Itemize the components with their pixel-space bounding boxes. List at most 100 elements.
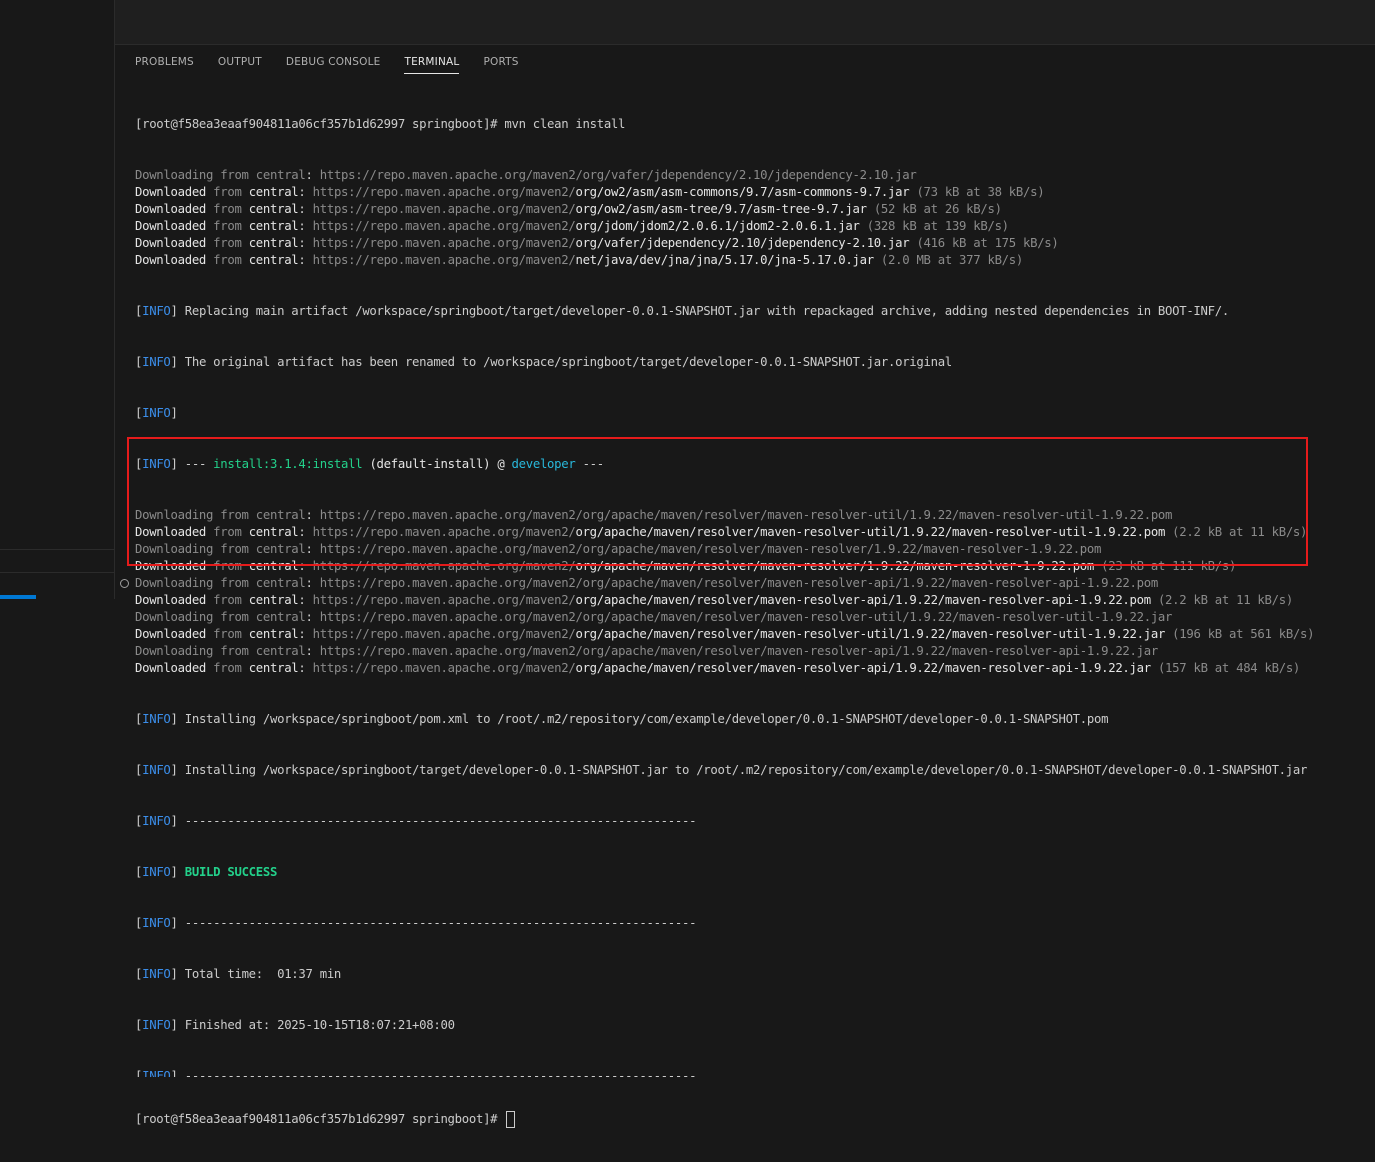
terminal-line: [INFO] Replacing main artifact /workspac… [135, 304, 1229, 318]
repo-url: https://repo.maven.apache.org/maven2/ [312, 236, 576, 250]
repo-name: central [248, 253, 299, 267]
repo-name: central [248, 593, 299, 607]
repo-url: https://repo.maven.apache.org/maven2/ [312, 202, 576, 216]
from-word: from [213, 219, 242, 233]
artifact-path: org/apache/maven/resolver/maven-resolver… [575, 559, 1095, 573]
download-line: Downloaded from central: https://repo.ma… [135, 627, 1315, 641]
from-word: from [213, 202, 242, 216]
download-line: Downloaded from central: https://repo.ma… [135, 559, 1237, 573]
build-success: BUILD SUCCESS [184, 865, 278, 879]
download-verb: Downloaded [135, 525, 207, 539]
from-word: from [220, 508, 249, 522]
download-verb: Downloaded [135, 202, 207, 216]
download-stats: (73 kB at 38 kB/s) [916, 185, 1045, 199]
info-tag: INFO [142, 916, 171, 930]
download-line: Downloading from central: https://repo.m… [135, 576, 1159, 590]
from-word: from [213, 236, 242, 250]
circle-icon[interactable] [120, 579, 129, 588]
panel-tabs: PROBLEMS OUTPUT DEBUG CONSOLE TERMINAL P… [135, 55, 543, 77]
install-prefix: --- [184, 457, 207, 471]
tab-debug-console[interactable]: DEBUG CONSOLE [286, 55, 381, 77]
install-exec: (default-install) @ [369, 457, 505, 471]
total-time: Total time: 01:37 min [184, 967, 342, 981]
download-stats: (157 kB at 484 kB/s) [1157, 661, 1301, 675]
download-verb: Downloaded [135, 627, 207, 641]
terminal-cursor [506, 1111, 516, 1128]
artifact-path: org/apache/maven/resolver/maven-resolver… [575, 525, 1166, 539]
terminal-line: [INFO] BUILD SUCCESS [135, 865, 278, 879]
artifact-path: net/java/dev/jna/jna/5.17.0/jna-5.17.0.j… [575, 253, 874, 267]
artifact-path: org/apache/maven/resolver/maven-resolver… [582, 576, 1159, 590]
artifact-path: org/apache/maven/resolver/maven-resolver… [582, 542, 1102, 556]
info-tag: INFO [142, 406, 171, 420]
sidebar [0, 0, 115, 599]
repo-url: https://repo.maven.apache.org/maven2/ [319, 610, 583, 624]
artifact-path: org/ow2/asm/asm-commons/9.7/asm-commons-… [575, 185, 910, 199]
terminal-line: [INFO] ---------------------------------… [135, 916, 697, 930]
download-line: Downloaded from central: https://repo.ma… [135, 202, 1002, 216]
artifact-path: org/vafer/jdependency/2.10/jdependency-2… [582, 168, 917, 182]
download-line: Downloading from central: https://repo.m… [135, 168, 917, 182]
info-tag: INFO [142, 967, 171, 981]
repo-url: https://repo.maven.apache.org/maven2/ [312, 593, 576, 607]
from-word: from [220, 644, 249, 658]
download-stats: (2.2 kB at 11 kB/s) [1172, 525, 1308, 539]
download-verb: Downloading [135, 542, 214, 556]
installing-jar: Installing /workspace/springboot/target/… [184, 763, 1308, 777]
repo-name: central [255, 508, 306, 522]
download-stats: (416 kB at 175 kB/s) [916, 236, 1059, 250]
tab-terminal[interactable]: TERMINAL [404, 55, 460, 77]
download-line: Downloaded from central: https://repo.ma… [135, 525, 1308, 539]
from-word: from [213, 627, 242, 641]
download-line: Downloaded from central: https://repo.ma… [135, 661, 1301, 675]
terminal-line: [INFO] [135, 406, 178, 420]
tab-problems[interactable]: PROBLEMS [135, 55, 194, 77]
terminal-line: [INFO] --- install:3.1.4:install (defaul… [135, 457, 604, 471]
repo-url: https://repo.maven.apache.org/maven2/ [312, 661, 576, 675]
from-word: from [220, 168, 249, 182]
install-plugin: install:3.1.4:install [213, 457, 363, 471]
repo-name: central [255, 610, 306, 624]
tab-ports[interactable]: PORTS [483, 55, 518, 77]
prompt-command: [root@f58ea3eaaf904811a06cf357b1d62997 s… [135, 117, 626, 131]
tab-output[interactable]: OUTPUT [218, 55, 262, 77]
download-verb: Downloaded [135, 593, 207, 607]
download-verb: Downloaded [135, 661, 207, 675]
from-word: from [213, 661, 242, 675]
install-project: developer [511, 457, 576, 471]
repo-name: central [248, 627, 299, 641]
download-stats: (52 kB at 26 kB/s) [873, 202, 1002, 216]
repo-url: https://repo.maven.apache.org/maven2/ [319, 576, 583, 590]
download-verb: Downloading [135, 576, 214, 590]
download-verb: Downloaded [135, 236, 207, 250]
repo-name: central [248, 661, 299, 675]
download-line: Downloading from central: https://repo.m… [135, 610, 1173, 624]
terminal-output[interactable]: [root@f58ea3eaaf904811a06cf357b1d62997 s… [135, 82, 1369, 1162]
terminal-line: [INFO] The original artifact has been re… [135, 355, 952, 369]
bottom-panel: PROBLEMS OUTPUT DEBUG CONSOLE TERMINAL P… [115, 45, 1375, 1128]
download-stats: (23 kB at 111 kB/s) [1101, 559, 1237, 573]
artifact-path: org/apache/maven/resolver/maven-resolver… [582, 610, 1173, 624]
final-prompt: [root@f58ea3eaaf904811a06cf357b1d62997 s… [135, 1112, 505, 1126]
info-tag: INFO [142, 304, 171, 318]
repo-name: central [255, 576, 306, 590]
download-verb: Downloading [135, 508, 214, 522]
finished-at: Finished at: 2025-10-15T18:07:21+08:00 [184, 1018, 455, 1032]
from-word: from [213, 185, 242, 199]
from-word: from [213, 593, 242, 607]
download-verb: Downloaded [135, 219, 207, 233]
repo-url: https://repo.maven.apache.org/maven2/ [319, 508, 583, 522]
repo-url: https://repo.maven.apache.org/maven2/ [312, 219, 576, 233]
repo-url: https://repo.maven.apache.org/maven2/ [312, 253, 576, 267]
from-word: from [213, 559, 242, 573]
download-stats: (2.0 MB at 377 kB/s) [880, 253, 1023, 267]
artifact-path: org/apache/maven/resolver/maven-resolver… [582, 644, 1159, 658]
repo-name: central [248, 202, 299, 216]
download-verb: Downloading [135, 168, 214, 182]
terminal-line: [root@f58ea3eaaf904811a06cf357b1d62997 s… [135, 1111, 1369, 1128]
artifact-path: org/apache/maven/resolver/maven-resolver… [575, 661, 1151, 675]
repo-url: https://repo.maven.apache.org/maven2/ [319, 542, 583, 556]
repo-name: central [248, 525, 299, 539]
repo-name: central [255, 168, 306, 182]
artifact-path: org/apache/maven/resolver/maven-resolver… [575, 593, 1151, 607]
